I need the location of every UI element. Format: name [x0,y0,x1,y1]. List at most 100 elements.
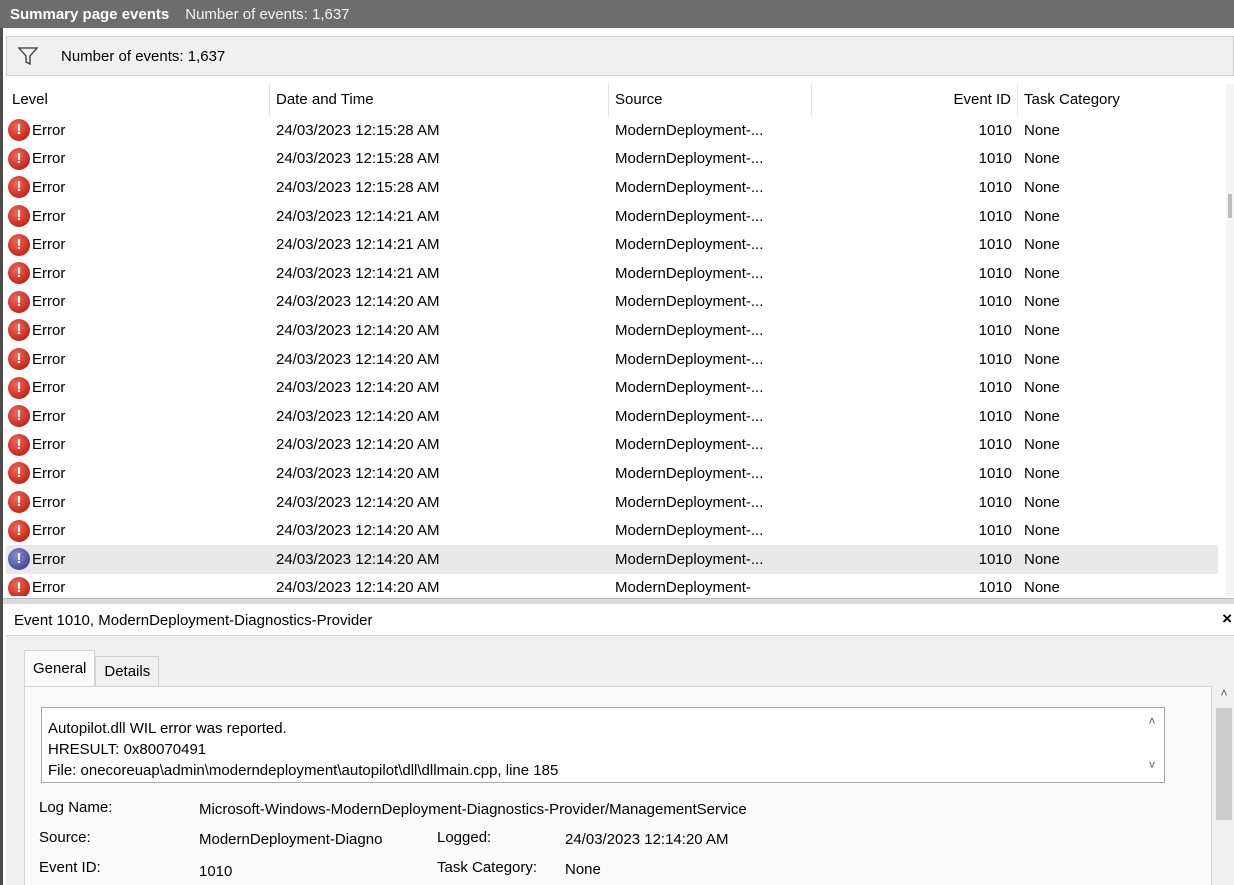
event-id-cell: 1010 [978,321,1012,339]
column-header-task-category[interactable]: Task Category [1018,84,1218,116]
error-icon: ! [8,519,30,542]
source-cell: ModernDeployment-... [615,207,764,225]
table-row[interactable]: ! Error 24/03/2023 12:14:20 AM ModernDeploy… [6,402,1218,431]
level-text: Error [32,178,66,196]
task-category-cell: None [1024,550,1060,568]
table-row[interactable]: ! Error 24/03/2023 12:14:20 AM ModernDeploy… [6,574,1218,596]
column-header-level[interactable]: Level [6,84,270,116]
table-scrollbar-thumb[interactable] [1228,194,1232,218]
table-row[interactable]: ! Error 24/03/2023 12:14:20 AM ModernDeploy… [6,431,1218,460]
pane-splitter[interactable] [3,598,1234,604]
level-text: Error [32,379,66,397]
level-cell: ! Error [6,147,270,170]
event-id-cell: 1010 [978,522,1012,540]
level-text: Error [32,407,66,425]
filter-funnel-icon[interactable] [17,45,39,67]
level-text: Error [32,293,66,311]
level-cell: ! Error [6,290,270,313]
level-text: Error [32,150,66,168]
date-time-cell: 24/03/2023 12:14:21 AM [276,264,440,282]
event-id-cell: 1010 [978,293,1012,311]
task-category-cell: None [1024,236,1060,254]
table-row[interactable]: ! Error 24/03/2023 12:14:20 AM ModernDeploy… [6,488,1218,517]
tab-general[interactable]: General [24,650,96,686]
error-icon: ! [8,119,30,142]
table-scrollbar[interactable] [1226,84,1234,596]
level-cell: ! Error [6,519,270,542]
column-header-date-time[interactable]: Date and Time [270,84,609,116]
table-row[interactable]: ! Error 24/03/2023 12:15:28 AM ModernDeploy… [6,145,1218,174]
column-header-event-id[interactable]: Event ID [812,84,1018,116]
source-cell: ModernDeployment-... [615,407,764,425]
level-text: Error [32,579,66,596]
event-id-cell: 1010 [978,464,1012,482]
date-time-cell: 24/03/2023 12:15:28 AM [276,121,440,139]
source-cell: ModernDeployment-... [615,550,764,568]
source-cell: ModernDeployment-... [615,522,764,540]
error-icon: ! [8,491,30,514]
details-scrollbar[interactable]: ˄ [1214,684,1234,885]
message-scrollbar[interactable]: ˄ ˅ [1140,708,1164,782]
event-id-cell: 1010 [978,121,1012,139]
level-text: Error [32,350,66,368]
source-cell: ModernDeployment-... [615,178,764,196]
details-tabs: General Details [24,650,160,686]
task-category-cell: None [1024,436,1060,454]
filter-bar: Number of events: 1,637 [6,36,1234,76]
event-count-title: Number of events: 1,637 [185,5,350,23]
source-cell: ModernDeployment-... [615,121,764,139]
source-cell: ModernDeployment-... [615,321,764,339]
event-message-box[interactable]: Autopilot.dll WIL error was reported. HR… [41,707,1165,783]
source-label: Source: [39,829,91,846]
level-cell: ! Error [6,462,270,485]
error-icon: ! [8,433,30,456]
event-id-cell: 1010 [978,178,1012,196]
table-row[interactable]: ! Error 24/03/2023 12:14:20 AM ModernDeploy… [6,373,1218,402]
task-category-cell: None [1024,293,1060,311]
table-row[interactable]: ! Error 24/03/2023 12:14:20 AM ModernDeploy… [6,544,1218,574]
table-row[interactable]: ! Error 24/03/2023 12:14:20 AM ModernDeploy… [6,459,1218,488]
error-icon: ! [8,290,30,313]
scroll-up-icon[interactable]: ˄ [1214,686,1234,700]
event-id-cell: 1010 [978,264,1012,282]
log-name-label: Log Name: [39,799,113,816]
details-scrollbar-thumb[interactable] [1216,708,1232,820]
level-cell: ! Error [6,576,270,596]
table-row[interactable]: ! Error 24/03/2023 12:15:28 AM ModernDeploy… [6,116,1218,145]
table-row[interactable]: ! Error 24/03/2023 12:14:21 AM ModernDeploy… [6,259,1218,288]
level-cell: ! Error [6,205,270,228]
error-icon: ! [8,348,30,371]
level-cell: ! Error [6,376,270,399]
logged-value: 24/03/2023 12:14:20 AM [565,831,729,848]
event-details-pane: General Details Autopilot.dll WIL error … [6,636,1234,885]
level-text: Error [32,236,66,254]
task-category-cell: None [1024,121,1060,139]
source-cell: ModernDeployment-... [615,293,764,311]
scroll-up-icon[interactable]: ˄ [1140,714,1164,734]
error-icon: ! [8,205,30,228]
message-line: Autopilot.dll WIL error was reported. [48,720,287,737]
task-category-cell: None [1024,379,1060,397]
table-row[interactable]: ! Error 24/03/2023 12:14:21 AM ModernDeploy… [6,202,1218,231]
level-cell: ! Error [6,176,270,199]
table-row[interactable]: ! Error 24/03/2023 12:14:21 AM ModernDeploy… [6,230,1218,259]
event-details-header: Event 1010, ModernDeployment-Diagnostics… [6,606,1234,636]
tab-details[interactable]: Details [95,656,160,686]
scroll-down-icon[interactable]: ˅ [1140,758,1164,778]
close-icon[interactable]: × [1222,609,1232,629]
date-time-cell: 24/03/2023 12:14:20 AM [276,522,440,540]
level-cell: ! Error [6,262,270,285]
level-text: Error [32,207,66,225]
error-icon: ! [8,147,30,170]
table-row[interactable]: ! Error 24/03/2023 12:15:28 AM ModernDeploy… [6,173,1218,202]
title-bar: Summary page events Number of events: 1,… [0,0,1234,28]
date-time-cell: 24/03/2023 12:14:21 AM [276,207,440,225]
table-row[interactable]: ! Error 24/03/2023 12:14:20 AM ModernDeploy… [6,288,1218,317]
logged-label: Logged: [437,829,492,846]
column-header-source[interactable]: Source [609,84,812,116]
table-row[interactable]: ! Error 24/03/2023 12:14:20 AM ModernDeploy… [6,516,1218,545]
table-row[interactable]: ! Error 24/03/2023 12:14:20 AM ModernDeploy… [6,345,1218,374]
table-row[interactable]: ! Error 24/03/2023 12:14:20 AM ModernDeploy… [6,316,1218,345]
event-id-cell: 1010 [978,407,1012,425]
level-text: Error [32,550,66,568]
